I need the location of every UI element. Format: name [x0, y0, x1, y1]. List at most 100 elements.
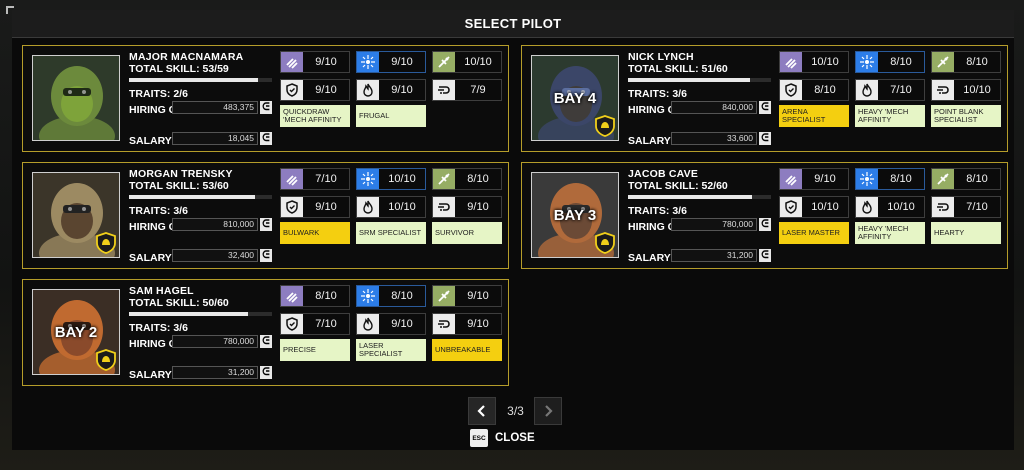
pilot-quirk: UNBREAKABLE — [432, 339, 502, 361]
salary-label: SALARY — [129, 369, 172, 381]
stat-gunnery: 8/10 — [855, 168, 925, 190]
stat-value: 8/10 — [890, 56, 912, 68]
guts-icon — [780, 80, 802, 100]
stat-gunnery: 10/10 — [356, 168, 426, 190]
hiring-cost-row: HIRING COST 840,000 ᕮ — [628, 100, 771, 116]
medicine-icon — [433, 169, 455, 189]
salary-label: SALARY — [628, 252, 671, 264]
total-skill-row: TOTAL SKILL: 53/60 — [129, 180, 272, 192]
pilot-card[interactable]: MORGAN TRENSKY TOTAL SKILL: 53/60 TRAITS: … — [22, 162, 509, 269]
dialog-header: SELECT PILOT — [12, 10, 1014, 38]
stat-guts: 9/10 — [280, 79, 350, 101]
total-skill-row: TOTAL SKILL: 50/60 — [129, 297, 272, 309]
skill-bar-fill — [129, 78, 258, 82]
salary-row: SALARY 31,200 ᕮ — [628, 248, 771, 264]
hiring-cost-value: 780,000 — [671, 218, 757, 231]
gunnery-icon — [357, 52, 379, 72]
hiring-cost-row: HIRING COST 780,000 ᕮ — [129, 334, 272, 350]
hiring-cost-row: HIRING COST 780,000 ᕮ — [628, 217, 771, 233]
total-skill-value: 53/60 — [202, 180, 229, 192]
total-skill-row: TOTAL SKILL: 52/60 — [628, 180, 771, 192]
stat-medicine: 10/10 — [432, 51, 502, 73]
total-skill-label: TOTAL SKILL: — [129, 180, 200, 192]
speed-icon — [932, 80, 954, 100]
stat-firepower: 9/10 — [356, 79, 426, 101]
stat-value: 8/10 — [467, 173, 489, 185]
stat-value: 10/10 — [464, 56, 492, 68]
pilot-card[interactable]: MAJOR MACNAMARA TOTAL SKILL: 53/59 TRAITS:… — [22, 45, 509, 152]
total-skill-row: TOTAL SKILL: 53/59 — [129, 63, 272, 75]
firepower-icon — [856, 197, 878, 217]
bay-label: BAY 3 — [553, 207, 597, 224]
stat-value: 8/10 — [315, 290, 337, 302]
piloting-icon — [281, 52, 303, 72]
close-button[interactable]: ESC CLOSE — [470, 428, 535, 448]
total-skill-label: TOTAL SKILL: — [129, 63, 200, 75]
cbill-icon: ᕮ — [260, 132, 272, 145]
pilot-quirk: HEAVY 'MECH AFFINITY — [855, 105, 925, 127]
stat-value: 8/10 — [966, 56, 988, 68]
cbill-icon: ᕮ — [759, 101, 771, 114]
hiring-cost-row: HIRING COST 483,375 ᕮ — [129, 100, 272, 116]
firepower-icon — [357, 197, 379, 217]
stat-value: 9/10 — [467, 290, 489, 302]
next-page-button[interactable] — [534, 397, 562, 425]
piloting-icon — [780, 52, 802, 72]
prev-page-button[interactable] — [468, 397, 496, 425]
chevron-right-icon — [545, 405, 553, 417]
stat-firepower: 10/10 — [356, 196, 426, 218]
total-skill-value: 50/60 — [202, 297, 229, 309]
pilot-portrait: BAY 3 — [531, 172, 619, 258]
stat-medicine: 9/10 — [432, 285, 502, 307]
stat-speed: 7/9 — [432, 79, 502, 101]
stat-firepower: 9/10 — [356, 313, 426, 335]
traits-value: 2/6 — [173, 88, 188, 100]
salary-row: SALARY 31,200 ᕮ — [129, 365, 272, 381]
stat-value: 7/9 — [470, 84, 486, 96]
stat-value: 8/10 — [391, 290, 413, 302]
salary-label: SALARY — [628, 135, 671, 147]
pilot-card[interactable]: BAY 3 JACOB CAVE TOTAL SKILL: 52/60 TRAITS:… — [521, 162, 1008, 269]
traits-row: TRAITS: 3/6 — [628, 88, 687, 100]
skill-bar-fill — [129, 312, 248, 316]
skill-bar — [129, 195, 272, 199]
pilot-card[interactable]: BAY 4 NICK LYNCH TOTAL SKILL: 51/60 TRAITS:… — [521, 45, 1008, 152]
stat-gunnery: 8/10 — [855, 51, 925, 73]
total-skill-label: TOTAL SKILL: — [628, 180, 699, 192]
stat-value: 9/10 — [315, 84, 337, 96]
total-skill-row: TOTAL SKILL: 51/60 — [628, 63, 771, 75]
assigned-shield-icon — [96, 349, 116, 371]
skill-bar — [628, 195, 771, 199]
stat-firepower: 7/10 — [855, 79, 925, 101]
stat-value: 10/10 — [963, 84, 991, 96]
skill-bar — [129, 312, 272, 316]
salary-value: 18,045 — [172, 132, 258, 145]
stat-piloting: 9/10 — [779, 168, 849, 190]
assigned-shield-icon — [595, 232, 615, 254]
cbill-icon: ᕮ — [260, 335, 272, 348]
pilot-card[interactable]: BAY 2 SAM HAGEL TOTAL SKILL: 50/60 TRAITS: … — [22, 279, 509, 386]
medicine-icon — [932, 52, 954, 72]
pilot-info: SAM HAGEL TOTAL SKILL: 50/60 TRAITS: 3/6 HI… — [129, 285, 272, 381]
stat-guts: 8/10 — [779, 79, 849, 101]
pilot-info: NICK LYNCH TOTAL SKILL: 51/60 TRAITS: 3/6 H… — [628, 51, 771, 147]
pilot-quirk: LASER SPECIALIST — [356, 339, 426, 361]
pilot-quirk: HEAVY 'MECH AFFINITY — [855, 222, 925, 244]
salary-value: 31,200 — [671, 249, 757, 262]
piloting-icon — [281, 286, 303, 306]
stat-gunnery: 9/10 — [356, 51, 426, 73]
select-pilot-dialog: SELECT PILOT MAJOR MACNAMARA TOTAL SKILL:… — [12, 10, 1014, 450]
hiring-cost-value: 483,375 — [172, 101, 258, 114]
salary-label: SALARY — [129, 135, 172, 147]
stat-medicine: 8/10 — [931, 51, 1001, 73]
traits-value: 3/6 — [672, 205, 687, 217]
bay-label: BAY 4 — [553, 90, 597, 107]
hiring-cost-row: HIRING COST 810,000 ᕮ — [129, 217, 272, 233]
total-skill-value: 51/60 — [701, 63, 728, 75]
dialog-title: SELECT PILOT — [464, 16, 562, 31]
cbill-icon: ᕮ — [260, 101, 272, 114]
pilot-info: MORGAN TRENSKY TOTAL SKILL: 53/60 TRAITS: … — [129, 168, 272, 264]
stat-value: 10/10 — [887, 201, 915, 213]
stat-speed: 10/10 — [931, 79, 1001, 101]
pilot-name: SAM HAGEL — [129, 285, 194, 297]
